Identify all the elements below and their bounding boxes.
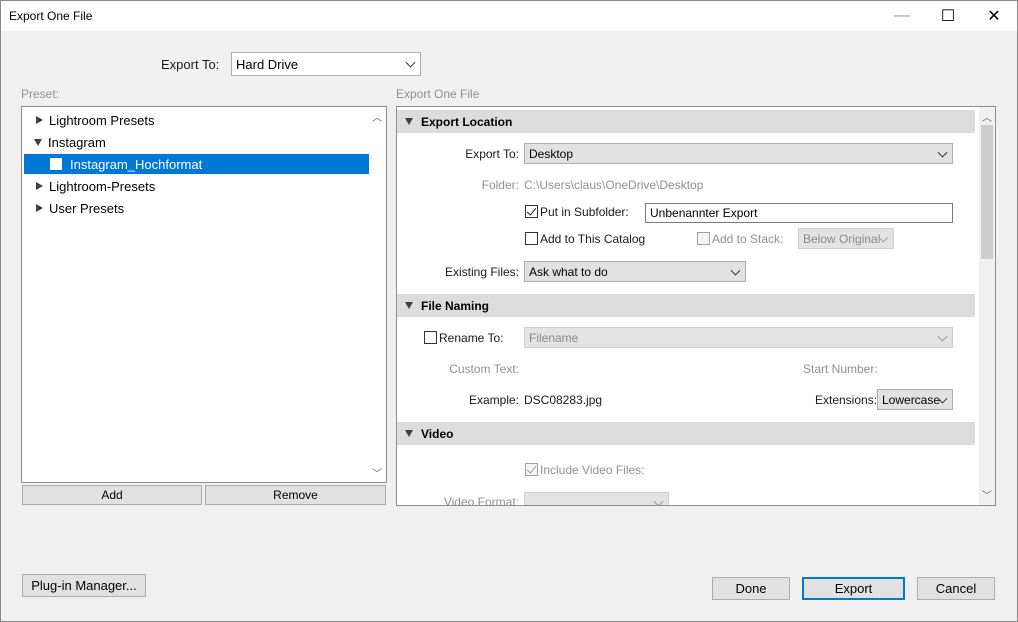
preset-folder-lightroom-presets[interactable]: Lightroom Presets — [22, 110, 368, 130]
start-number-label: Start Number: — [803, 362, 878, 376]
extensions-value: Lowercase — [882, 392, 941, 407]
subfolder-label: Put in Subfolder: — [540, 205, 629, 219]
section-export-location[interactable]: Export Location — [397, 110, 975, 133]
preset-label: Preset: — [21, 87, 60, 101]
preset-folder-user-presets[interactable]: User Presets — [22, 198, 368, 218]
example-label: Example: — [468, 393, 519, 407]
add-to-stack-label: Add to Stack: — [712, 232, 784, 246]
rename-label: Rename To: — [439, 331, 504, 345]
close-button[interactable]: ✕ — [971, 1, 1017, 31]
done-button[interactable]: Done — [712, 577, 790, 600]
example-value: DSC08283.jpg — [524, 393, 603, 407]
export-button[interactable]: Export — [802, 577, 905, 600]
minimize-icon: — — [894, 7, 910, 24]
preset-list[interactable]: Lightroom Presets Instagram Instagram_Ho… — [21, 106, 387, 483]
subfolder-input[interactable]: Unbenannter Export — [645, 203, 953, 223]
scroll-down-icon[interactable]: ﹀ — [982, 487, 992, 502]
rename-template-value: Filename — [529, 330, 579, 345]
extensions-select[interactable]: Lowercase — [877, 389, 953, 410]
folder-path: C:\Users\claus\OneDrive\Desktop — [524, 178, 704, 192]
preset-item-instagram-hochformat[interactable]: Instagram_Hochformat — [24, 154, 369, 174]
scroll-up-icon[interactable]: ︿ — [982, 109, 992, 124]
export-to-label: Export To: — [161, 57, 220, 72]
preset-folder-label: Lightroom Presets — [49, 112, 155, 128]
expand-icon — [36, 116, 43, 124]
add-to-stack-checkbox[interactable] — [697, 232, 710, 245]
preset-item-label: Instagram_Hochformat — [70, 156, 203, 172]
export-to-value: Hard Drive — [236, 56, 299, 72]
section-title: File Naming — [421, 298, 490, 313]
expand-icon — [36, 182, 43, 190]
window-title: Export One File — [9, 9, 93, 23]
preset-folder-lightroom-presets-2[interactable]: Lightroom-Presets — [22, 176, 368, 196]
chevron-down-icon — [937, 147, 948, 158]
scrollbar-thumb[interactable] — [981, 125, 993, 259]
section-file-naming[interactable]: File Naming — [397, 294, 975, 317]
stack-position-select[interactable]: Below Original — [798, 228, 894, 249]
existing-files-label: Existing Files: — [444, 265, 519, 279]
rename-template-select[interactable]: Filename — [524, 327, 953, 348]
stack-position-value: Below Original — [803, 231, 881, 246]
add-to-catalog-checkbox[interactable] — [525, 232, 538, 245]
export-location-select[interactable]: Desktop — [524, 143, 953, 164]
subfolder-checkbox[interactable] — [525, 205, 538, 218]
section-title: Video — [421, 426, 454, 441]
checkmark-icon — [526, 205, 537, 216]
maximize-button[interactable]: ☐ — [925, 1, 971, 31]
video-format-label: Video Format: — [443, 495, 519, 506]
custom-text-label: Custom Text: — [449, 362, 519, 376]
plugin-manager-button[interactable]: Plug-in Manager... — [22, 574, 146, 597]
close-icon: ✕ — [987, 8, 1001, 25]
preset-folder-label: User Presets — [49, 200, 125, 216]
minimize-button[interactable]: — — [879, 1, 925, 31]
scroll-down-icon[interactable]: ﹀ — [372, 465, 382, 480]
chevron-down-icon — [653, 496, 664, 505]
add-preset-button[interactable]: Add — [22, 485, 202, 505]
export-dialog: Export One File — ☐ ✕ Export To: Hard Dr… — [0, 0, 1018, 622]
remove-preset-button[interactable]: Remove — [205, 485, 386, 505]
export-location-value: Desktop — [529, 146, 574, 161]
video-format-select[interactable] — [524, 492, 669, 505]
section-video[interactable]: Video — [397, 422, 975, 445]
scrollbar[interactable]: ︿ ﹀ — [979, 107, 995, 505]
export-to-label: Export To: — [465, 147, 519, 161]
chevron-down-icon — [405, 57, 416, 68]
cancel-button[interactable]: Cancel — [917, 577, 995, 600]
add-to-catalog-label: Add to This Catalog — [540, 232, 646, 246]
rename-checkbox[interactable] — [424, 331, 437, 344]
settings-panel: Export Location Export To: Desktop Folde… — [396, 106, 996, 506]
scroll-up-icon[interactable]: ︿ — [372, 109, 382, 124]
collapse-icon — [34, 138, 42, 146]
preset-checkbox[interactable] — [50, 158, 62, 170]
chevron-down-icon — [730, 265, 741, 276]
preset-folder-instagram[interactable]: Instagram — [22, 132, 368, 152]
checkmark-icon — [526, 463, 537, 474]
existing-files-value: Ask what to do — [529, 264, 608, 279]
include-video-checkbox[interactable] — [525, 463, 538, 476]
extensions-label: Extensions: — [815, 393, 878, 407]
title-bar: Export One File — ☐ ✕ — [1, 1, 1017, 31]
include-video-label: Include Video Files: — [540, 463, 645, 477]
export-to-select[interactable]: Hard Drive — [231, 52, 421, 76]
maximize-icon: ☐ — [940, 8, 956, 25]
collapse-icon — [405, 302, 413, 309]
chevron-down-icon — [937, 331, 948, 342]
folder-label: Folder: — [481, 178, 519, 192]
collapse-icon — [405, 430, 413, 437]
existing-files-select[interactable]: Ask what to do — [524, 261, 746, 282]
section-title: Export Location — [421, 114, 513, 129]
preset-folder-label: Lightroom-Presets — [49, 178, 156, 194]
expand-icon — [36, 204, 43, 212]
settings-header: Export One File — [396, 87, 480, 101]
preset-folder-label: Instagram — [48, 134, 106, 150]
collapse-icon — [405, 118, 413, 125]
